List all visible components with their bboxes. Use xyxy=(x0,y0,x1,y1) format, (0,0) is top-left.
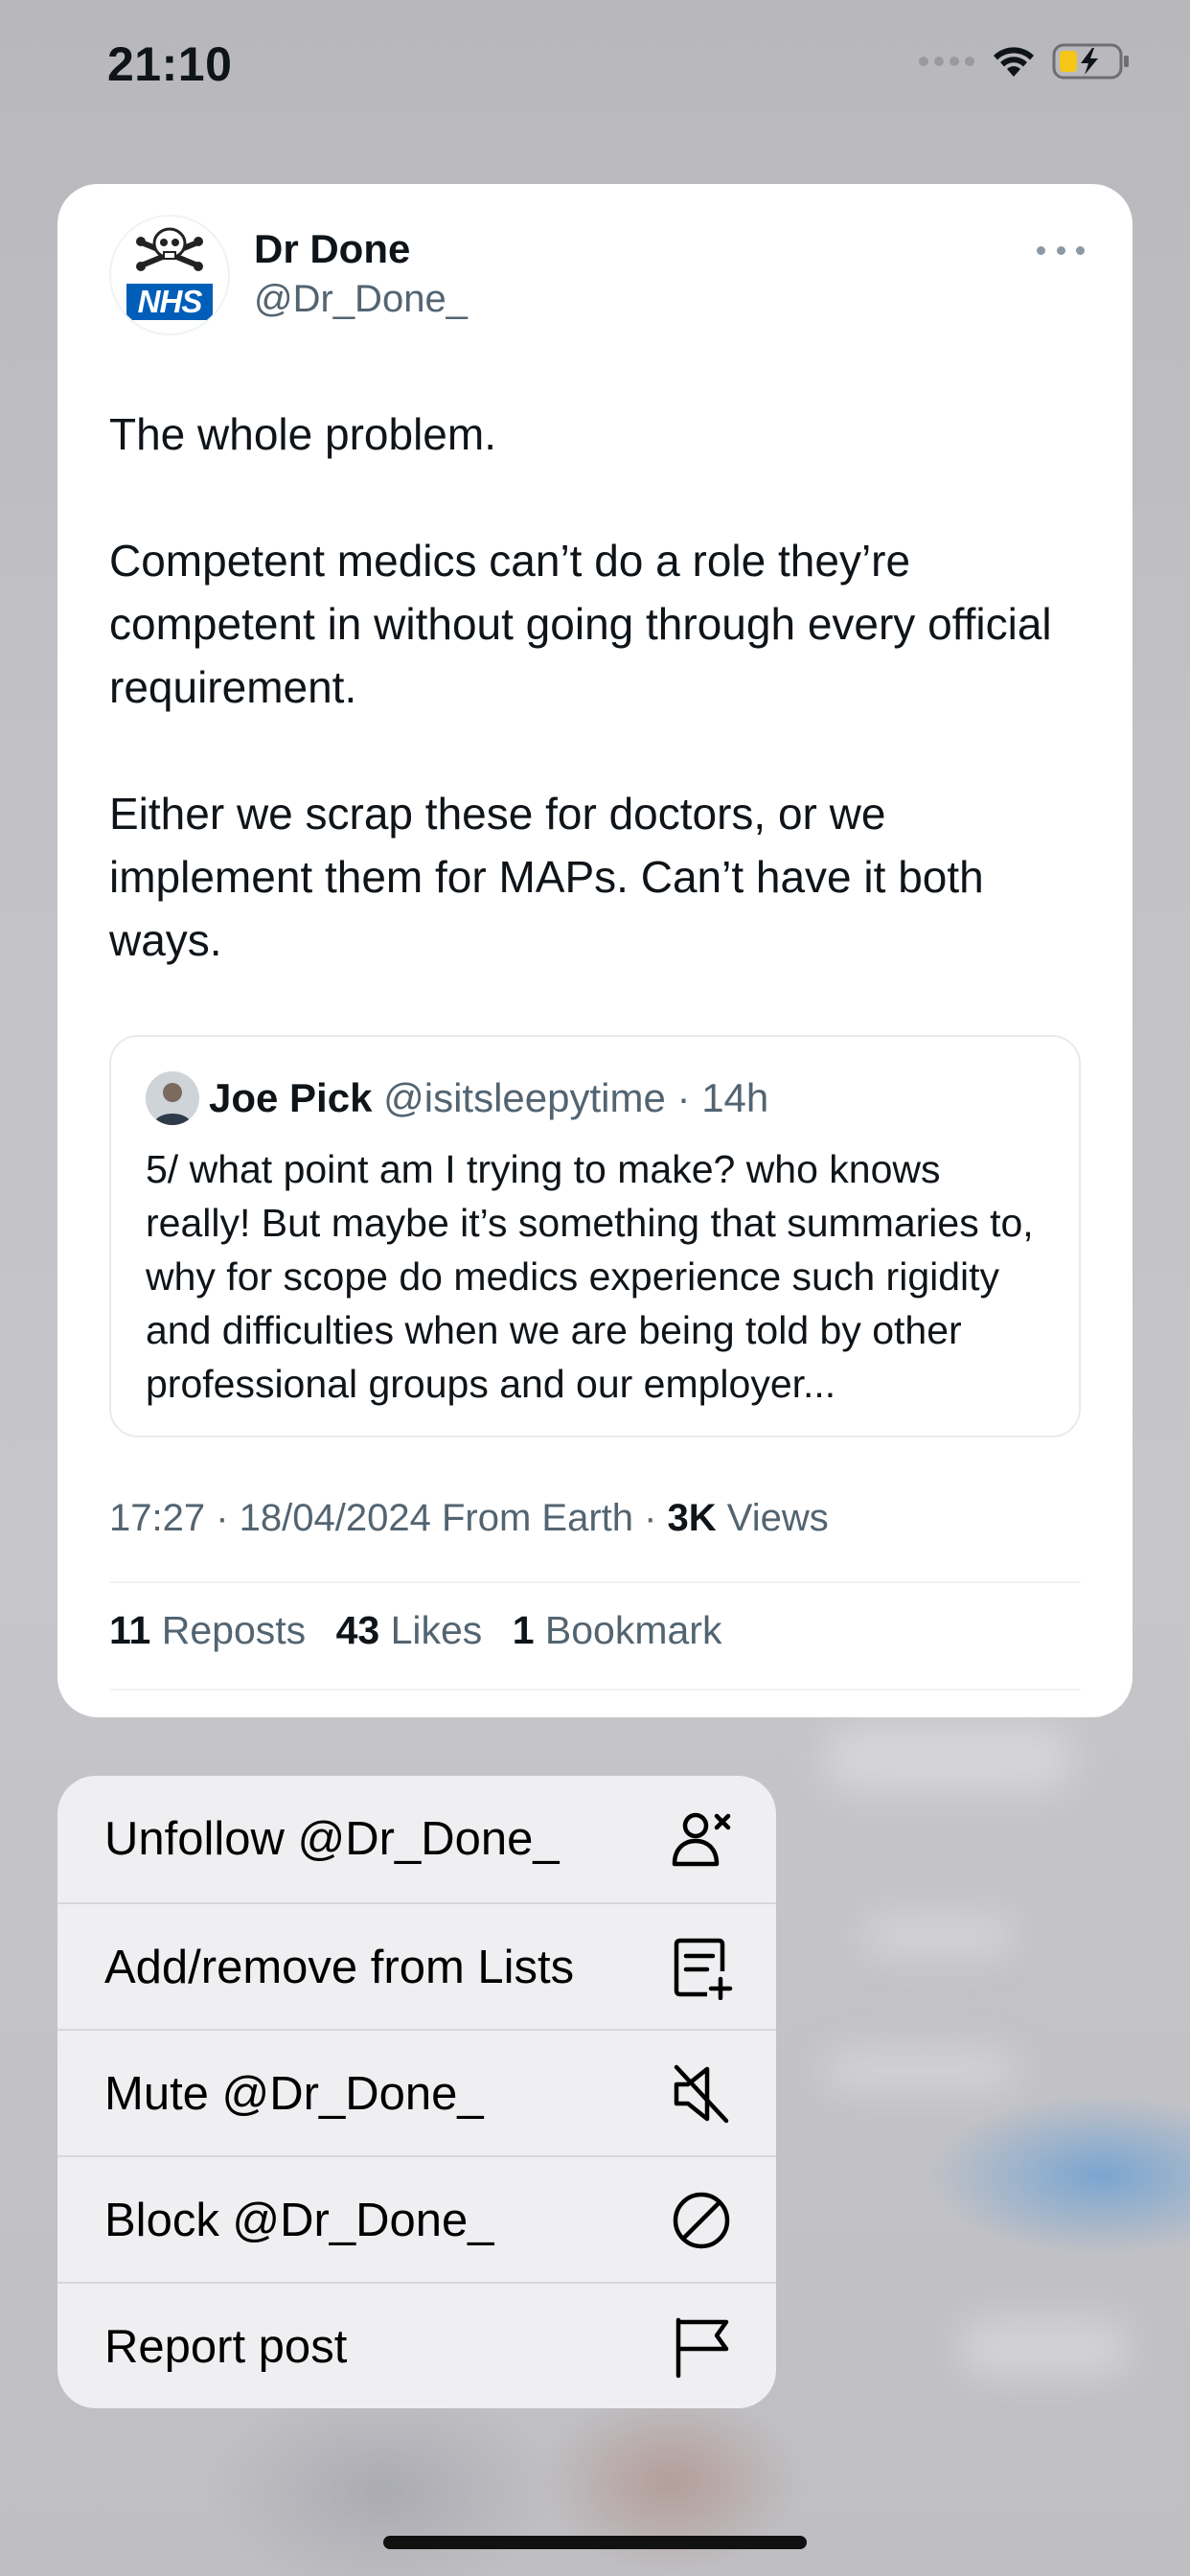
quoted-tweet[interactable]: Joe Pick @isitsleepytime · 14h 5/ what p… xyxy=(109,1035,1081,1438)
likes-count: 43 xyxy=(335,1608,380,1652)
bookmarks-label: Bookmark xyxy=(534,1608,722,1652)
mute-icon xyxy=(674,2064,729,2124)
home-indicator[interactable] xyxy=(383,2536,807,2549)
quoted-author-avatar xyxy=(146,1071,199,1125)
quoted-tweet-text: 5/ what point am I trying to make? who k… xyxy=(146,1147,1034,1406)
quoted-author-handle: @isitsleepytime xyxy=(383,1075,666,1120)
nhs-logo: NHS xyxy=(126,284,213,320)
reposts-stat[interactable]: 11 Reposts xyxy=(109,1608,306,1652)
bookmarks-stat[interactable]: 1 Bookmark xyxy=(513,1608,722,1652)
menu-item-label: Block @Dr_Done_ xyxy=(104,2195,494,2246)
views-label: Views xyxy=(716,1497,829,1539)
tweet-paragraph: The whole problem. xyxy=(109,409,496,459)
menu-item-label: Mute @Dr_Done_ xyxy=(104,2068,484,2120)
nhs-logo-text: NHS xyxy=(137,284,203,319)
menu-item-block[interactable]: Block @Dr_Done_ xyxy=(57,2155,776,2282)
tweet-meta: 17:27 · 18/04/2024 From Earth · 3K Views xyxy=(109,1497,829,1540)
tweet-stats: 11 Reposts 43 Likes 1 Bookmark xyxy=(109,1608,741,1653)
menu-item-report[interactable]: Report post xyxy=(57,2282,776,2408)
menu-item-label: Add/remove from Lists xyxy=(104,1942,575,1993)
status-time: 21:10 xyxy=(107,37,233,91)
quoted-separator: · xyxy=(676,1075,691,1120)
flag-icon xyxy=(675,2317,729,2379)
menu-item-label: Unfollow @Dr_Done_ xyxy=(104,1813,560,1865)
author-handle[interactable]: @Dr_Done_ xyxy=(254,278,468,321)
tweet-paragraph: Competent medics can’t do a role they’re… xyxy=(109,536,1052,712)
menu-item-unfollow[interactable]: Unfollow @Dr_Done_ xyxy=(57,1776,776,1902)
more-dot-icon xyxy=(1056,245,1065,255)
divider xyxy=(109,1689,1081,1690)
context-menu: Unfollow @Dr_Done_ Add/remove from Lists… xyxy=(57,1776,776,2408)
menu-item-label: Report post xyxy=(104,2321,348,2373)
tweet-paragraph: Either we scrap these for doctors, or we… xyxy=(109,789,984,965)
more-dot-icon xyxy=(1037,245,1045,255)
reposts-label: Reposts xyxy=(150,1608,307,1652)
block-icon xyxy=(673,2192,730,2249)
author-avatar[interactable]: NHS xyxy=(109,215,230,335)
tweet-timestamp: 17:27 · 18/04/2024 From Earth · xyxy=(109,1497,668,1539)
status-icons xyxy=(918,42,1131,80)
divider xyxy=(109,1581,1081,1583)
wifi-icon xyxy=(994,47,1034,77)
person-photo-icon xyxy=(146,1071,199,1125)
list-add-icon xyxy=(674,1938,733,2000)
status-bar: 21:10 xyxy=(0,0,1190,134)
likes-label: Likes xyxy=(379,1608,483,1652)
bookmarks-count: 1 xyxy=(512,1608,535,1652)
likes-stat[interactable]: 43 Likes xyxy=(336,1608,483,1652)
more-options-button[interactable] xyxy=(1037,236,1085,264)
views-count: 3K xyxy=(667,1497,717,1539)
tweet-text: The whole problem. Competent medics can’… xyxy=(109,402,1087,972)
quoted-author-name: Joe Pick xyxy=(209,1075,373,1120)
tweet-card[interactable]: NHS Dr Done @Dr_Done_ The whole problem.… xyxy=(57,184,1133,1717)
battery-charging-icon xyxy=(1052,43,1129,80)
reposts-count: 11 xyxy=(109,1608,151,1652)
cellular-signal-icon xyxy=(919,57,974,66)
menu-item-mute[interactable]: Mute @Dr_Done_ xyxy=(57,2029,776,2155)
unfollow-icon xyxy=(672,1812,731,1867)
quoted-time: 14h xyxy=(701,1075,769,1120)
more-dot-icon xyxy=(1076,245,1085,255)
menu-item-lists[interactable]: Add/remove from Lists xyxy=(57,1902,776,2029)
quoted-tweet-header: Joe Pick @isitsleepytime · 14h xyxy=(209,1071,768,1125)
author-name[interactable]: Dr Done xyxy=(254,226,410,272)
